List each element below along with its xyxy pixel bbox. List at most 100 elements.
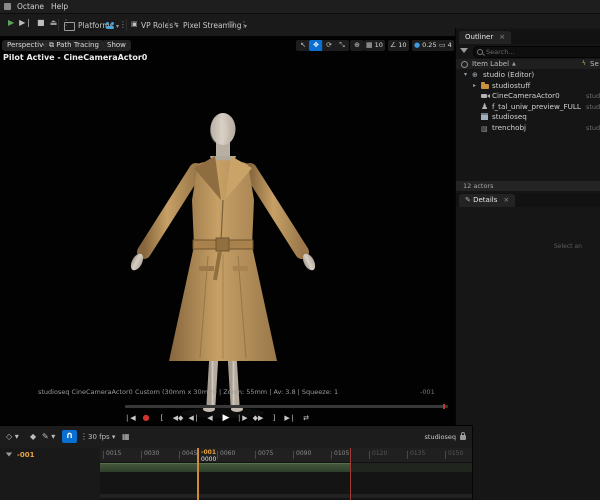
skip-frame-button[interactable]: ▶❘ (19, 18, 32, 27)
curve-tool-button[interactable]: ✎ ▾ (42, 431, 55, 443)
app-icon[interactable] (4, 3, 11, 10)
details-panel-lower (472, 425, 600, 500)
timeline-scrollbar[interactable] (100, 494, 472, 498)
tab-details[interactable]: ✎ Details × (459, 194, 516, 207)
world-space-icon[interactable]: ⊕ (350, 40, 364, 51)
playback-end-marker[interactable] (350, 448, 351, 500)
outliner-item-trenchobj[interactable]: trenchobj stud (456, 123, 600, 135)
lock-icon[interactable] (460, 432, 466, 440)
view-mode-dropdown[interactable]: ⧉ Path Tracing (44, 40, 104, 51)
timeline-playhead[interactable] (197, 448, 199, 500)
folder-icon (481, 81, 489, 89)
sequence-icon (481, 113, 488, 120)
ruler-tick-0060: 0060 (217, 450, 235, 459)
expander-icon[interactable]: ▾ (464, 70, 467, 81)
sequencer-filter-button[interactable]: ▦ (122, 431, 130, 443)
mannequin-trench-coat-render (130, 113, 316, 418)
bracket-out-button[interactable]: ] (268, 412, 280, 424)
item-label: studio (Editor) (483, 70, 535, 79)
close-icon[interactable]: × (493, 33, 505, 41)
expander-icon[interactable]: ▸ (473, 81, 476, 92)
outliner-item-studiostuff[interactable]: ▸ studiostuff (456, 81, 600, 92)
multi-user-icon[interactable] (106, 22, 116, 30)
playback-scrubber[interactable] (125, 404, 448, 409)
stop-button[interactable]: ■ (37, 18, 45, 27)
unreal-editor-window: Octane Help ▶ ▶❘ ■ ⏏ ⋮ Platforms ▾ ⋮ ▣ VP Ro… (0, 0, 600, 500)
rotation-snap-toggle[interactable]: ∠ 10 (388, 40, 409, 51)
grid-snap-toggle[interactable]: ▦ 10 (364, 40, 385, 51)
fps-dropdown[interactable]: 30 fps ▾ (88, 431, 115, 443)
camera-speed-button[interactable]: ▭ 4 (437, 40, 454, 51)
menu-help[interactable]: Help (48, 2, 71, 11)
hud-filmback-label: Custom (30mm x 30mm) | Zoom: 55mm | Av: … (135, 388, 339, 396)
eject-button[interactable]: ⏏ (50, 18, 58, 27)
scale-snap-toggle[interactable]: ● 0.25 (412, 40, 439, 51)
pixel-streaming-dropdown[interactable]: Pixel Streaming ▾ (183, 21, 247, 30)
previous-key-button[interactable]: ◀◆ (172, 412, 184, 424)
record-button[interactable]: ● (140, 412, 152, 424)
close-icon[interactable]: × (497, 196, 509, 204)
play-reverse-button[interactable]: ◀ (204, 412, 216, 424)
rotate-tool-icon[interactable]: ⟳ (322, 40, 336, 51)
search-icon (477, 49, 485, 56)
menu-bar: Octane Help (0, 0, 600, 14)
add-keyframe-button[interactable]: ◆ (30, 431, 36, 443)
details-tab-strip: ✎ Details × (456, 193, 600, 207)
sequence-column-icon: ϟ (582, 60, 586, 67)
octane-render-button[interactable]: ∩ (62, 430, 77, 443)
pixel-streaming-icon: ➣ (173, 20, 179, 28)
toolbar-separator (168, 19, 169, 31)
keyframe-options-button[interactable]: ◇ ▾ (6, 431, 19, 443)
scale-tool-icon[interactable]: ⤡ (335, 40, 349, 51)
timeline-ruler[interactable]: 0015 0030 0045 0060 0075 0090 0105 0120 0135 0150 (100, 448, 472, 463)
scrubber-playhead-mark[interactable] (443, 404, 445, 409)
show-dropdown[interactable]: Show (102, 40, 131, 51)
sequencer-toolbar: ◇ ▾ ◆ ✎ ▾ ⋮ ▦ ∩ 30 fps ▾ studioseq (0, 426, 472, 449)
vp-roles-icon: ▣ (131, 20, 138, 28)
ruler-tick-0015: 0015 (103, 450, 121, 459)
ruler-tick-0120: 0120 (369, 450, 387, 459)
details-empty-hint: Select an (554, 243, 582, 250)
actor-icon (481, 102, 489, 113)
step-back-button[interactable]: ◀❘ (188, 412, 200, 424)
outliner-item-f-tal-uniw-preview-full[interactable]: f_tal_uniw_preview_FULL stud (456, 102, 600, 113)
play-forward-button[interactable]: ▶ (220, 412, 232, 424)
item-sequence-value: stud (586, 102, 600, 111)
outliner-item-studioseq[interactable]: studioseq (456, 112, 600, 123)
viewport-transport-controls: ❘◀ ● [ ◀◆ ◀❘ ◀ ▶ ❘▶ ◆▶] ▶❘ ⇄ (124, 411, 354, 424)
sequencer-filter-icon[interactable] (5, 452, 13, 457)
current-frame-display[interactable]: -001 (17, 451, 35, 459)
bracket-in-button[interactable]: [ (156, 412, 168, 424)
go-to-end-button[interactable]: ▶❘ (284, 412, 296, 424)
step-forward-button[interactable]: ❘▶ (236, 412, 248, 424)
level-icon (472, 70, 480, 81)
sort-arrow-icon: ▲ (512, 61, 516, 67)
item-sequence-value: stud (586, 92, 600, 100)
tab-outliner[interactable]: Outliner × (459, 31, 512, 44)
search-input[interactable]: Search... (473, 46, 600, 58)
toolbar-options-button[interactable]: ⋮ (240, 18, 248, 31)
pencil-icon: ✎ (465, 196, 471, 204)
play-button[interactable]: ▶ (8, 18, 14, 27)
ruler-tick-0150: 0150 (445, 450, 463, 459)
level-viewport[interactable]: Perspective ⧉ Path Tracing Show ↖ ✥ ⟳ ⤡ … (0, 36, 455, 425)
item-label: studiostuff (492, 80, 531, 90)
next-key-button[interactable]: ◆▶ (252, 412, 264, 424)
loop-mode-button[interactable]: ⇄ (300, 412, 312, 424)
playback-range-after-end (350, 463, 472, 472)
outliner-tab-strip: Outliner × (456, 30, 600, 44)
ruler-tick-0030: 0030 (141, 450, 159, 459)
item-label: studioseq (492, 112, 527, 121)
sequencer-track-list: -001 (0, 448, 101, 500)
outliner-item-cinecameraactor0[interactable]: CineCameraActor0 stud (456, 91, 600, 102)
select-tool-icon[interactable]: ↖ (296, 40, 310, 51)
editor-utility-icon[interactable]: ▤ (228, 18, 235, 31)
playback-start-label: 0000 (201, 456, 217, 463)
outliner-item-studio-editor-[interactable]: ▾ studio (Editor) (456, 70, 600, 81)
item-sequence-value: stud (586, 123, 600, 132)
menu-octane[interactable]: Octane (14, 2, 47, 11)
outliner-column-header[interactable]: Item Label ▲ ϟ Se (456, 59, 600, 69)
move-tool-icon[interactable]: ✥ (309, 40, 323, 51)
sequencer-more-button[interactable]: ⋮ (80, 431, 88, 443)
go-to-front-button[interactable]: ❘◀ (124, 412, 136, 424)
